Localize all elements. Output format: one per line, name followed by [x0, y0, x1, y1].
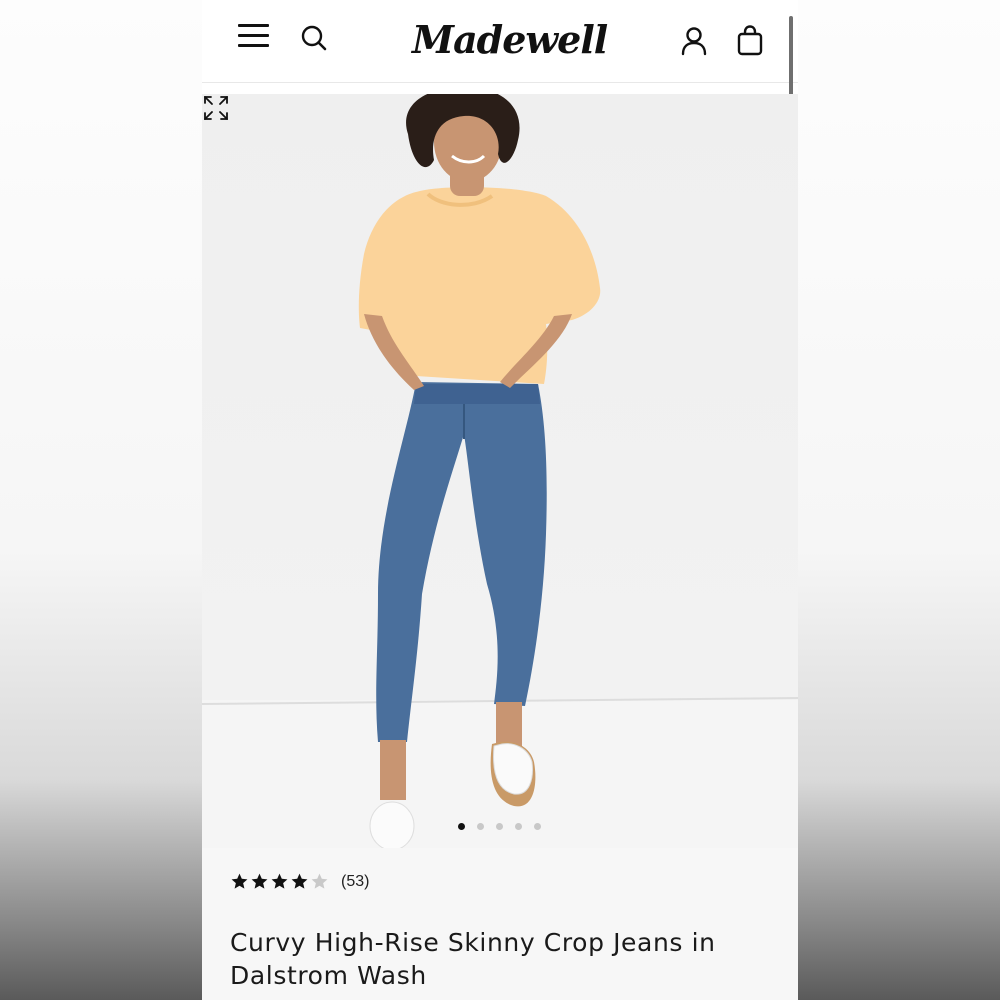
star-empty-icon — [311, 873, 328, 889]
search-icon[interactable] — [300, 24, 328, 52]
site-header: Madewell — [202, 0, 798, 204]
image-dot-4[interactable] — [515, 823, 522, 830]
product-image[interactable] — [202, 94, 798, 848]
background-left — [0, 0, 202, 1000]
star-icon — [231, 873, 248, 889]
brand-logo[interactable]: Madewell — [412, 12, 608, 68]
star-icon — [251, 873, 268, 889]
expand-icon[interactable] — [202, 94, 230, 122]
image-dot-2[interactable] — [477, 823, 484, 830]
image-dot-1[interactable] — [458, 823, 465, 830]
review-count[interactable]: (53) — [341, 873, 369, 891]
image-dot-5[interactable] — [534, 823, 541, 830]
star-rating — [230, 872, 329, 891]
menu-icon[interactable] — [238, 24, 270, 48]
product-info: (53) Curvy High-Rise Skinny Crop Jeans i… — [202, 848, 798, 1000]
bag-icon[interactable] — [736, 24, 764, 56]
rating-summary[interactable]: (53) — [230, 872, 369, 891]
background-right — [798, 0, 1000, 1000]
image-pagination — [458, 823, 541, 831]
star-icon — [271, 873, 288, 889]
product-title: Curvy High-Rise Skinny Crop Jeans in Dal… — [230, 928, 716, 990]
model-photo — [202, 94, 798, 848]
image-dot-3[interactable] — [496, 823, 503, 830]
product-page: Madewell (53) Curvy High-Rise Skinny Cro… — [202, 0, 798, 1000]
account-icon[interactable] — [680, 26, 708, 56]
star-icon — [291, 873, 308, 889]
